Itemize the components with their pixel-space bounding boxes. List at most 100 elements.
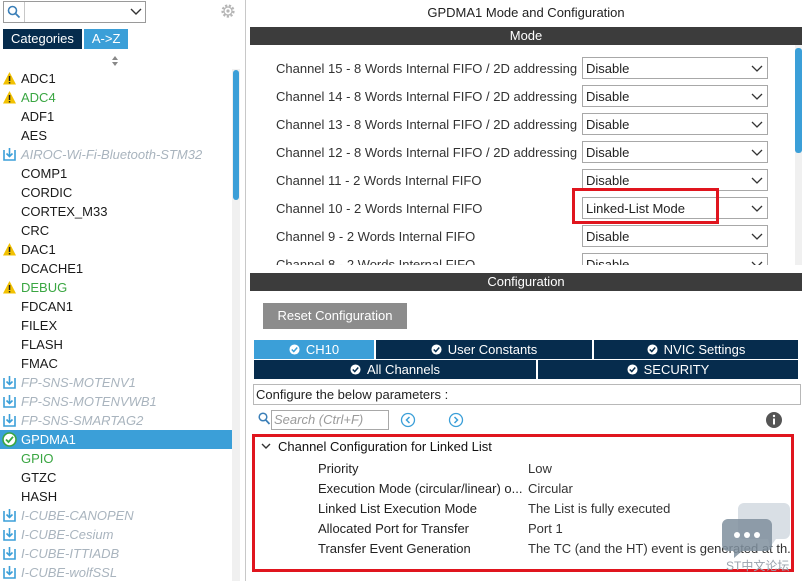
ip-list-item-label: CORDIC bbox=[21, 185, 73, 200]
channel-mode-select[interactable]: Disable bbox=[582, 85, 768, 107]
reset-configuration-button[interactable]: Reset Configuration bbox=[263, 303, 407, 329]
ip-list-item[interactable]: FP-SNS-SMARTAG2 bbox=[0, 411, 232, 430]
ip-list-item[interactable]: HASH bbox=[0, 487, 232, 506]
ip-list-item[interactable]: CRC bbox=[0, 221, 232, 240]
parameter-name: Transfer Event Generation bbox=[318, 541, 471, 556]
left-panel: Categories A->Z ADC1 ADC4 ADF1 AES AIROC-Wi-… bbox=[0, 0, 246, 581]
ip-list-item-label: DEBUG bbox=[21, 280, 68, 295]
highlight-box-linked-list bbox=[572, 188, 719, 224]
channel-label: Channel 13 - 8 Words Internal FIFO / 2D … bbox=[276, 117, 578, 132]
info-icon[interactable] bbox=[765, 411, 783, 429]
group-header-linked-list[interactable]: Channel Configuration for Linked List bbox=[261, 439, 492, 454]
category-tabs: Categories A->Z bbox=[3, 29, 130, 49]
search-previous-icon[interactable] bbox=[400, 412, 416, 428]
right-panel: GPDMA1 Mode and Configuration Mode Chann… bbox=[250, 0, 802, 581]
ip-list-item[interactable]: I-CUBE-ITTIADB bbox=[0, 544, 232, 563]
channel-label: Channel 8 - 2 Words Internal FIFO bbox=[276, 257, 476, 265]
ip-list-item[interactable]: FP-SNS-MOTENVWB1 bbox=[0, 392, 232, 411]
search-next-icon[interactable] bbox=[448, 412, 464, 428]
ip-list-item[interactable]: FLASH bbox=[0, 335, 232, 354]
ip-list-item[interactable]: ADC4 bbox=[0, 88, 232, 107]
channel-label: Channel 11 - 2 Words Internal FIFO bbox=[276, 173, 482, 188]
tab-nvic-settings[interactable]: NVIC Settings bbox=[594, 340, 799, 359]
ip-list-item[interactable]: FP-SNS-MOTENV1 bbox=[0, 373, 232, 392]
search-icon bbox=[7, 5, 21, 19]
warning-icon bbox=[2, 90, 17, 105]
channel-mode-value: Disable bbox=[586, 89, 630, 104]
parameter-row[interactable]: Priority Low bbox=[255, 458, 791, 478]
configuration-header: Configuration bbox=[250, 273, 802, 291]
tab-nvic-settings-label: NVIC Settings bbox=[663, 342, 746, 357]
tab-user-constants[interactable]: User Constants bbox=[376, 340, 593, 359]
parameter-row[interactable]: Linked List Execution Mode The List is fu… bbox=[255, 498, 791, 518]
check-circle-icon bbox=[647, 344, 658, 355]
channel-mode-select[interactable]: Disable bbox=[582, 113, 768, 135]
tab-all-channels[interactable]: All Channels bbox=[254, 360, 537, 379]
parameter-row[interactable]: Transfer Event Generation The TC (and the… bbox=[255, 538, 791, 558]
chevron-down-icon bbox=[751, 261, 763, 265]
parameter-value[interactable]: Circular bbox=[528, 481, 791, 496]
ip-list-item[interactable]: GTZC bbox=[0, 468, 232, 487]
download-icon bbox=[2, 508, 17, 523]
ip-list-item[interactable]: GPIO bbox=[0, 449, 232, 468]
chevron-down-icon bbox=[751, 149, 763, 156]
configure-note: Configure the below parameters : bbox=[253, 384, 801, 405]
ip-list-item-label: ADC1 bbox=[21, 71, 56, 86]
ip-list-item[interactable]: ADC1 bbox=[0, 69, 232, 88]
parameter-row[interactable]: Execution Mode (circular/linear) o... Cir… bbox=[255, 478, 791, 498]
tab-security[interactable]: SECURITY bbox=[538, 360, 799, 379]
ip-list-item[interactable]: AIROC-Wi-Fi-Bluetooth-STM32 bbox=[0, 145, 232, 164]
parameter-name: Allocated Port for Transfer bbox=[318, 521, 470, 536]
channel-mode-value: Disable bbox=[586, 229, 630, 244]
ip-list-item-label: I-CUBE-ITTIADB bbox=[21, 546, 120, 561]
ip-list-item-label: CORTEX_M33 bbox=[21, 204, 108, 219]
left-scrollbar[interactable] bbox=[232, 69, 240, 581]
ip-list-item[interactable]: DAC1 bbox=[0, 240, 232, 259]
parameter-group-highlight: Channel Configuration for Linked List Pr… bbox=[252, 434, 794, 572]
ip-list-item[interactable]: FILEX bbox=[0, 316, 232, 335]
channel-mode-select[interactable]: Disable bbox=[582, 57, 768, 79]
left-scroll-thumb[interactable] bbox=[233, 70, 239, 200]
ip-list-item[interactable]: FMAC bbox=[0, 354, 232, 373]
tab-all-channels-label: All Channels bbox=[367, 362, 440, 377]
parameter-value[interactable]: Low bbox=[528, 461, 791, 476]
download-icon bbox=[2, 147, 17, 162]
mode-scroll-thumb[interactable] bbox=[795, 48, 802, 153]
ip-search-input[interactable] bbox=[3, 1, 146, 23]
ip-list-item-label: FILEX bbox=[21, 318, 58, 333]
channel-row: Channel 13 - 8 Words Internal FIFO / 2D … bbox=[276, 113, 776, 137]
ip-list-item[interactable]: CORDIC bbox=[0, 183, 232, 202]
mode-scrollbar[interactable] bbox=[795, 45, 802, 265]
ip-list-item[interactable]: I-CUBE-Cesium bbox=[0, 525, 232, 544]
chevron-down-icon[interactable] bbox=[130, 8, 142, 16]
ip-list-item[interactable]: ADF1 bbox=[0, 107, 232, 126]
gear-icon[interactable] bbox=[219, 2, 237, 20]
ip-list: ADC1 ADC4 ADF1 AES AIROC-Wi-Fi-Bluetooth-STM… bbox=[0, 69, 232, 582]
ip-list-item[interactable]: I-CUBE-CANOPEN bbox=[0, 506, 232, 525]
ip-list-item[interactable]: COMP1 bbox=[0, 164, 232, 183]
channel-mode-value: Disable bbox=[586, 257, 630, 265]
channel-mode-select[interactable]: Disable bbox=[582, 253, 768, 265]
ip-list-item[interactable]: CORTEX_M33 bbox=[0, 202, 232, 221]
check-circle-icon bbox=[350, 364, 361, 375]
tab-a-to-z[interactable]: A->Z bbox=[83, 29, 129, 49]
tab-categories[interactable]: Categories bbox=[3, 29, 82, 49]
channel-row: Channel 8 - 2 Words Internal FIFO Disable bbox=[276, 253, 776, 265]
ip-list-item[interactable]: GPDMA1 bbox=[0, 430, 232, 449]
ip-list-item[interactable]: AES bbox=[0, 126, 232, 145]
ip-list-item[interactable]: DCACHE1 bbox=[0, 259, 232, 278]
mode-area: Channel 15 - 8 Words Internal FIFO / 2D … bbox=[250, 45, 802, 265]
sort-icon[interactable] bbox=[110, 55, 120, 67]
search-icon bbox=[258, 412, 271, 425]
tab-ch10[interactable]: CH10 bbox=[254, 340, 375, 359]
channel-mode-select[interactable]: Disable bbox=[582, 141, 768, 163]
chevron-down-icon bbox=[751, 233, 763, 240]
ip-list-item[interactable]: DEBUG bbox=[0, 278, 232, 297]
ip-list-item[interactable]: I-CUBE-wolfSSL bbox=[0, 563, 232, 582]
parameter-row[interactable]: Allocated Port for Transfer Port 1 bbox=[255, 518, 791, 538]
chat-bubble-icon[interactable] bbox=[722, 499, 792, 559]
parameter-search-input[interactable]: Search (Ctrl+F) bbox=[271, 410, 389, 430]
channel-mode-select[interactable]: Disable bbox=[582, 225, 768, 247]
download-icon bbox=[2, 565, 17, 580]
ip-list-item[interactable]: FDCAN1 bbox=[0, 297, 232, 316]
